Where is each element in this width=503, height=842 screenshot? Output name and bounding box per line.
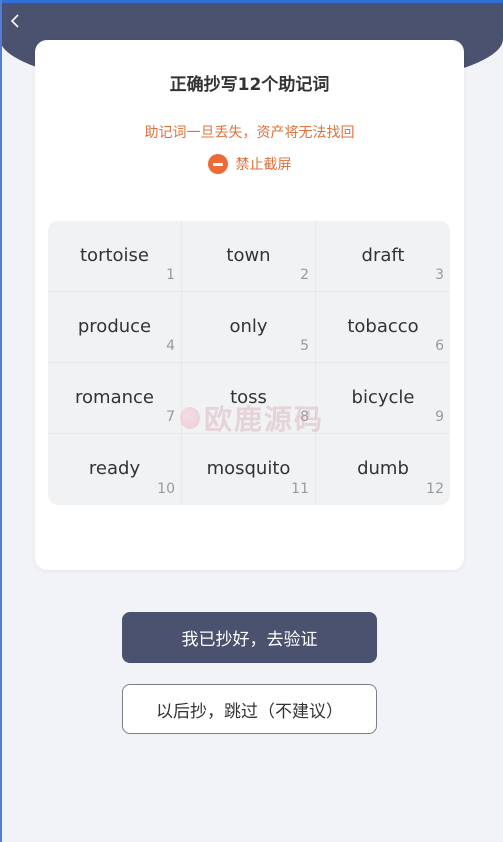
word-index: 11 bbox=[291, 481, 309, 497]
mnemonic-word-grid: tortoise 1 town 2 draft 3 produce 4 only 5 to… bbox=[48, 221, 450, 505]
word-index: 5 bbox=[300, 338, 309, 354]
word-text: toss bbox=[230, 387, 267, 408]
word-index: 7 bbox=[166, 409, 175, 425]
word-index: 2 bbox=[300, 267, 309, 283]
confirm-copied-button[interactable]: 我已抄好，去验证 bbox=[122, 612, 377, 663]
left-edge-strip bbox=[0, 0, 2, 842]
word-cell: produce 4 bbox=[48, 292, 182, 363]
word-index: 3 bbox=[435, 267, 444, 283]
back-button[interactable] bbox=[6, 13, 24, 31]
word-text: ready bbox=[88, 458, 141, 479]
word-index: 6 bbox=[435, 338, 444, 354]
word-cell: tortoise 1 bbox=[48, 221, 182, 292]
word-text: town bbox=[226, 245, 271, 266]
minus-circle-icon bbox=[207, 154, 228, 174]
loss-warning-text: 助记词一旦丢失，资产将无法找回 bbox=[144, 125, 355, 141]
no-screenshot-notice: 禁止截屏 bbox=[35, 154, 464, 174]
word-text: tortoise bbox=[80, 245, 149, 266]
word-cell: dumb 12 bbox=[316, 434, 450, 505]
chevron-left-icon bbox=[10, 13, 20, 32]
word-text: produce bbox=[77, 316, 152, 337]
word-cell: ready 10 bbox=[48, 434, 182, 505]
word-text: mosquito bbox=[206, 458, 291, 479]
word-index: 1 bbox=[166, 267, 175, 283]
word-text: dumb bbox=[357, 458, 409, 479]
word-text: bicycle bbox=[351, 387, 415, 408]
word-cell: toss 8 bbox=[182, 363, 316, 434]
word-text: romance bbox=[75, 387, 154, 408]
mnemonic-card: 正确抄写12个助记词 助记词一旦丢失，资产将无法找回 禁止截屏 tortoise… bbox=[35, 40, 464, 570]
word-cell: only 5 bbox=[182, 292, 316, 363]
page-title: 正确抄写12个助记词 bbox=[169, 75, 330, 95]
word-text: only bbox=[229, 316, 268, 337]
word-text: draft bbox=[361, 245, 405, 266]
skip-button[interactable]: 以后抄，跳过（不建议） bbox=[122, 684, 377, 734]
word-cell: bicycle 9 bbox=[316, 363, 450, 434]
word-cell: town 2 bbox=[182, 221, 316, 292]
word-index: 10 bbox=[157, 481, 175, 497]
no-screenshot-label: 禁止截屏 bbox=[235, 157, 292, 173]
word-cell: tobacco 6 bbox=[316, 292, 450, 363]
word-cell: romance 7 bbox=[48, 363, 182, 434]
word-index: 4 bbox=[166, 338, 175, 354]
word-index: 12 bbox=[426, 481, 444, 497]
word-index: 8 bbox=[300, 409, 309, 425]
word-text: tobacco bbox=[347, 316, 419, 337]
word-cell: mosquito 11 bbox=[182, 434, 316, 505]
word-index: 9 bbox=[435, 409, 444, 425]
word-cell: draft 3 bbox=[316, 221, 450, 292]
